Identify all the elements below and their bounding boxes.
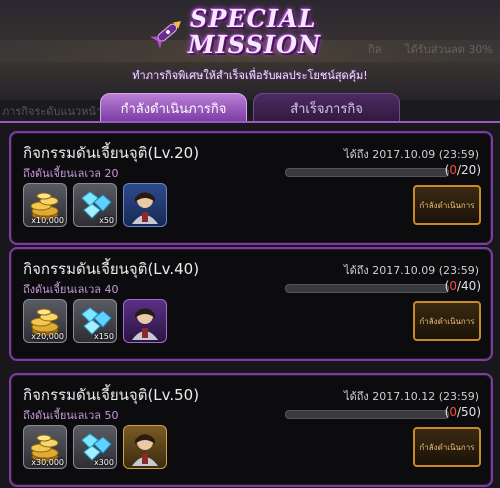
mission-card: กิจกรรมดันเจี้ยนจุติ(Lv.40) ถึงดันเจี้ยนเ… xyxy=(9,247,493,361)
mission-list[interactable]: กิจกรรมดันเจี้ยนจุติ(Lv.20) ถึงดันเจี้ยนเ… xyxy=(0,123,500,488)
progress-count: (0/40) xyxy=(445,279,481,293)
hero-portrait-icon xyxy=(124,184,166,226)
reward-slot[interactable]: x150 xyxy=(73,299,117,343)
in-progress-button-label: กำลังดำเนินการ xyxy=(419,200,475,210)
progress-current: 0 xyxy=(449,279,457,293)
tab-completed[interactable]: สำเร็จภารกิจ xyxy=(253,93,400,123)
tab-in-progress[interactable]: กำลังดำเนินภารกิจ xyxy=(100,93,247,123)
title-mission: MISSION xyxy=(188,30,321,59)
reward-slot[interactable]: x30,000 xyxy=(23,425,67,469)
mission-deadline: ได้ถึง 2017.10.12 (23:59) xyxy=(344,390,479,403)
mission-title: กิจกรรมดันเจี้ยนจุติ(Lv.50) xyxy=(23,386,200,404)
mission-card: กิจกรรมดันเจี้ยนจุติ(Lv.20) ถึงดันเจี้ยนเ… xyxy=(9,131,493,245)
in-progress-button[interactable]: กำลังดำเนินการ xyxy=(413,427,481,467)
tab-completed-label: สำเร็จภารกิจ xyxy=(290,101,363,117)
reward-quantity: x10,000 xyxy=(31,216,64,225)
reward-slot[interactable]: x300 xyxy=(73,425,117,469)
mission-description: ถึงดันเจี้ยนเลเวล 20 xyxy=(23,167,119,180)
hero-portrait-icon xyxy=(124,300,166,342)
hero-portrait-icon xyxy=(124,426,166,468)
mission-card: กิจกรรมดันเจี้ยนจุติ(Lv.50) ถึงดันเจี้ยนเ… xyxy=(9,373,493,487)
in-progress-button[interactable]: กำลังดำเนินการ xyxy=(413,185,481,225)
progress-bar xyxy=(285,168,449,177)
special-mission-logo: SPECIAL MISSION xyxy=(150,4,370,62)
mission-description: ถึงดันเจี้ยนเลเวล 40 xyxy=(23,283,119,296)
reward-slot[interactable] xyxy=(123,299,167,343)
progress-total: /20) xyxy=(457,163,481,177)
progress-bar xyxy=(285,410,449,419)
progress-count: (0/50) xyxy=(445,405,481,419)
mission-title: กิจกรรมดันเจี้ยนจุติ(Lv.40) xyxy=(23,260,200,278)
mission-description: ถึงดันเจี้ยนเลเวล 50 xyxy=(23,409,119,422)
reward-quantity: x20,000 xyxy=(31,332,64,341)
title-special: SPECIAL xyxy=(190,4,317,33)
background-text-a: กิล xyxy=(368,43,382,56)
progress-bar xyxy=(285,284,449,293)
in-progress-button[interactable]: กำลังดำเนินการ xyxy=(413,301,481,341)
reward-quantity: x150 xyxy=(93,332,114,341)
reward-slot[interactable]: x50 xyxy=(73,183,117,227)
progress-count: (0/20) xyxy=(445,163,481,177)
reward-slot[interactable]: x10,000 xyxy=(23,183,67,227)
reward-quantity: x300 xyxy=(93,458,114,467)
rocket-icon xyxy=(150,21,182,50)
reward-slot[interactable] xyxy=(123,425,167,469)
progress-total: /40) xyxy=(457,279,481,293)
progress-current: 0 xyxy=(449,405,457,419)
tab-in-progress-label: กำลังดำเนินภารกิจ xyxy=(120,101,227,117)
progress-current: 0 xyxy=(449,163,457,177)
mission-deadline: ได้ถึง 2017.10.09 (23:59) xyxy=(344,148,479,161)
in-progress-button-label: กำลังดำเนินการ xyxy=(419,316,475,326)
reward-quantity: x30,000 xyxy=(31,458,64,467)
progress-total: /50) xyxy=(457,405,481,419)
mission-title: กิจกรรมดันเจี้ยนจุติ(Lv.20) xyxy=(23,144,200,162)
reward-quantity: x50 xyxy=(99,216,114,225)
mission-deadline: ได้ถึง 2017.10.09 (23:59) xyxy=(344,264,479,277)
reward-slot[interactable]: x20,000 xyxy=(23,299,67,343)
background-text-b: ได้รับส่วนลด 30% xyxy=(405,43,493,56)
background-text-c: ภารกิจระดับแนวหน้า xyxy=(2,105,103,118)
subtitle: ทำภารกิจพิเศษให้สำเร็จเพื่อรับผลประโยชน์… xyxy=(132,69,368,82)
in-progress-button-label: กำลังดำเนินการ xyxy=(419,442,475,452)
reward-slot[interactable] xyxy=(123,183,167,227)
